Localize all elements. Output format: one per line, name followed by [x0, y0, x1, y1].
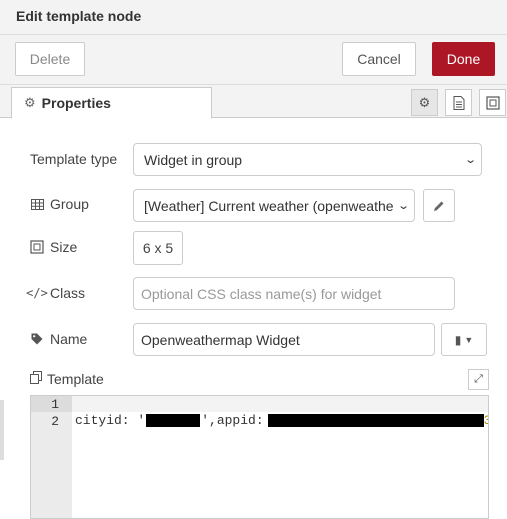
redacted-cityid — [146, 414, 201, 427]
settings-tab-gear-icon[interactable]: ⚙ — [411, 89, 438, 116]
node-icon-select-button[interactable]: ▮ ▼ — [441, 323, 487, 356]
done-button[interactable]: Done — [432, 42, 495, 76]
expand-editor-icon[interactable]: ⤢ — [468, 369, 489, 390]
tray-header: Edit template node — [0, 0, 507, 35]
caret-down-icon: ▼ — [464, 334, 474, 345]
class-input[interactable]: Optional CSS class name(s) for widget — [133, 277, 455, 310]
class-placeholder: Optional CSS class name(s) for widget — [141, 285, 382, 302]
name-input[interactable]: Openweathermap Widget — [133, 323, 435, 356]
chevron-down-icon: ⌄ — [396, 200, 410, 212]
copy-icon — [30, 371, 42, 387]
table-icon — [30, 198, 44, 210]
code-tail: 3 — [484, 413, 488, 428]
template-type-label: Template type — [30, 151, 118, 167]
template-label: Template — [30, 371, 104, 387]
template-code-editor[interactable]: 1 2 cityid: ' ',appid: 3 — [30, 395, 489, 519]
pencil-icon — [434, 201, 444, 211]
edit-group-pencil-button[interactable] — [423, 189, 455, 222]
delete-button[interactable]: Delete — [15, 42, 85, 76]
cancel-button[interactable]: Cancel — [342, 42, 416, 76]
class-label: </> Class — [26, 285, 86, 301]
frame-icon — [485, 95, 500, 110]
frame-icon — [30, 240, 44, 254]
template-type-value: Widget in group — [144, 151, 243, 168]
name-value: Openweathermap Widget — [141, 331, 300, 348]
active-line-highlight — [72, 396, 488, 412]
line-number: 1 — [51, 397, 59, 412]
size-button[interactable]: 6 x 5 — [133, 231, 183, 265]
tray-toolbar: Delete Cancel Done — [0, 35, 507, 85]
book-icon: ▮ — [454, 332, 462, 347]
tray-title: Edit template node — [16, 8, 142, 24]
appearance-tab-frame-icon[interactable] — [479, 89, 506, 116]
chevron-down-icon: ⌄ — [463, 154, 477, 166]
group-label: Group — [30, 196, 89, 212]
code-icon: </> — [26, 286, 48, 300]
group-select[interactable]: [Weather] Current weather (openweathe ⌄ — [133, 189, 415, 222]
size-label: Size — [30, 239, 77, 255]
description-tab-document-icon[interactable] — [445, 89, 472, 116]
document-icon — [453, 95, 464, 110]
group-value: [Weather] Current weather (openweathe — [144, 197, 394, 214]
template-type-select[interactable]: Widget in group ⌄ — [133, 143, 482, 176]
code-middle: ',appid: — [201, 413, 264, 428]
tabs-bar: ⚙ Properties ⚙ — [0, 85, 507, 119]
panel-edge — [0, 400, 4, 460]
tag-icon — [30, 333, 44, 345]
gear-icon: ⚙ — [24, 95, 36, 110]
name-label: Name — [30, 331, 87, 347]
code-prefix: cityid: ' — [75, 413, 146, 428]
code-line: cityid: ' ',appid: 3 — [75, 413, 488, 428]
line-number: 2 — [51, 414, 59, 429]
tab-properties-label: Properties — [41, 95, 111, 111]
tab-properties[interactable]: ⚙ Properties — [11, 87, 212, 119]
redacted-appid — [267, 414, 484, 427]
